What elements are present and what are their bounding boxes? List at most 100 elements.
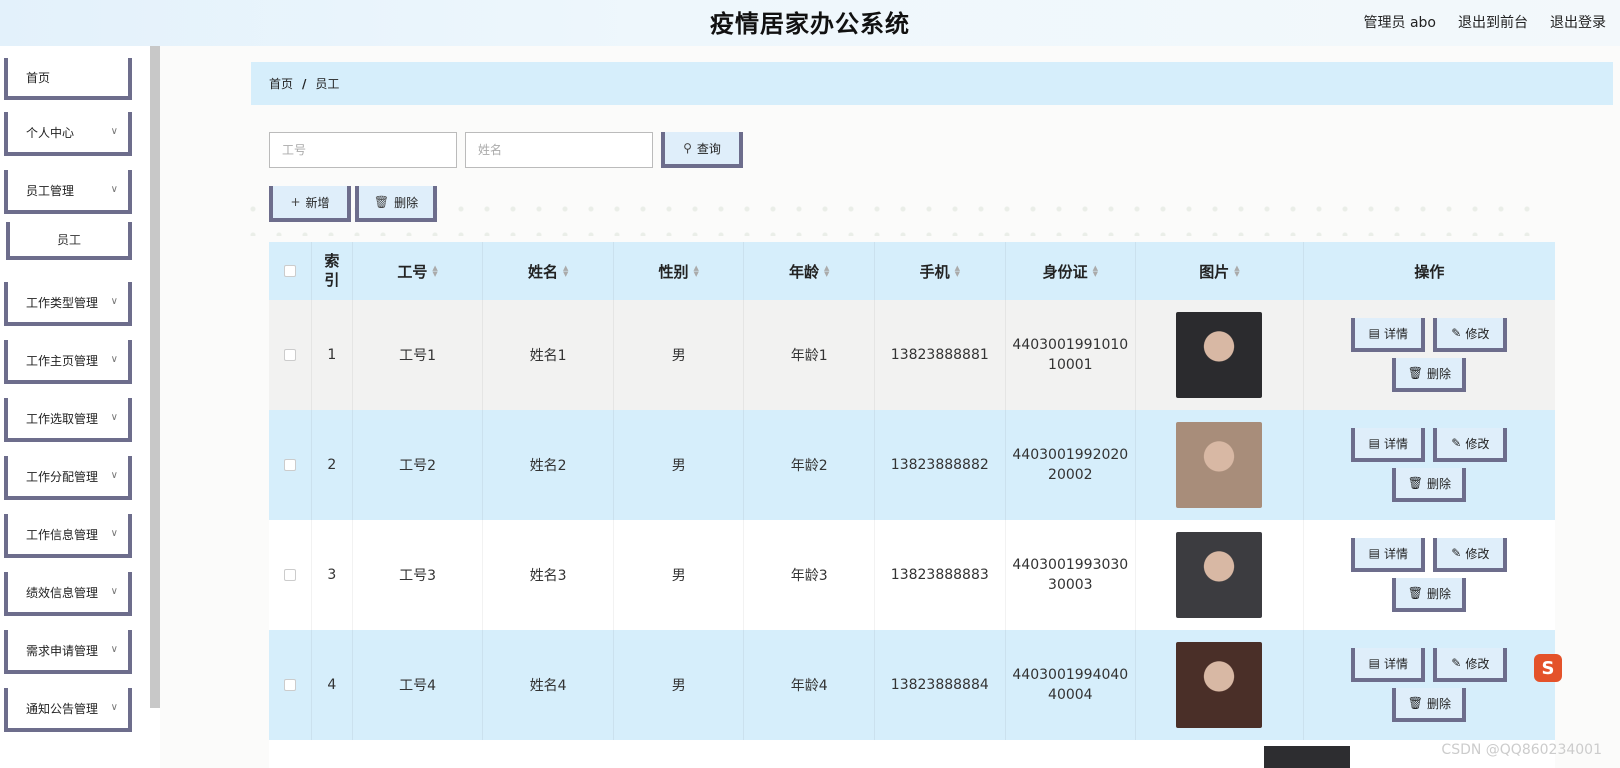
- header-gender[interactable]: 性别 ▲ ▼: [614, 242, 745, 300]
- trash-icon: 🗑: [1407, 696, 1423, 710]
- cell-actions: ▤ 详情 ✎ 修改 🗑 删除: [1304, 630, 1555, 740]
- sidebar-subitem-employee[interactable]: 员工: [6, 222, 132, 260]
- edit-button[interactable]: ✎ 修改: [1433, 428, 1508, 462]
- sidebar-item-work-homepage-management[interactable]: 工作主页管理 ∨: [4, 340, 132, 384]
- detail-button[interactable]: ▤ 详情: [1351, 428, 1426, 462]
- sort-icon[interactable]: ▲ ▼: [824, 265, 829, 278]
- sogou-ime-icon[interactable]: S: [1534, 654, 1562, 682]
- search-icon: ⚲: [683, 141, 692, 155]
- back-to-frontend-link[interactable]: 退出到前台: [1458, 12, 1528, 32]
- sort-icon[interactable]: ▲ ▼: [563, 265, 568, 278]
- edit-button[interactable]: ✎ 修改: [1433, 538, 1508, 572]
- add-button-label: 新增: [305, 195, 330, 210]
- add-button[interactable]: + 新增: [269, 186, 351, 222]
- delete-button-label: 删除: [1426, 366, 1451, 381]
- sidebar-item-request-management[interactable]: 需求申请管理 ∨: [4, 630, 132, 674]
- sidebar-item-label: 工作选取管理: [26, 411, 99, 426]
- sidebar-item-notice-management[interactable]: 通知公告管理 ∨: [4, 688, 132, 732]
- cell-gonghao: 工号4: [353, 630, 484, 740]
- cell-actions: ▤ 详情 ✎ 修改 🗑 删除: [1304, 300, 1555, 410]
- edit-button[interactable]: ✎ 修改: [1433, 318, 1508, 352]
- sidebar-item-label: 工作主页管理: [26, 353, 99, 368]
- table-row[interactable]: 3 工号3 姓名3 男年龄3 13823888883 440300199303030003…: [269, 520, 1555, 630]
- sort-icon[interactable]: ▲ ▼: [1234, 265, 1239, 278]
- cell-age: 年龄2: [744, 410, 876, 520]
- cell-gender: 男: [614, 300, 745, 410]
- document-icon: ▤: [1368, 326, 1380, 340]
- plus-icon: +: [290, 195, 301, 209]
- batch-delete-button[interactable]: 🗑 删除: [355, 186, 437, 222]
- sidebar-item-label: 绩效信息管理: [26, 585, 99, 600]
- table-row[interactable]: 1 工号1 姓名1 男年龄1 13823888881 440300199101010001…: [269, 300, 1555, 410]
- header-age-label: 年龄: [789, 262, 820, 281]
- edit-button-label: 修改: [1465, 436, 1490, 451]
- employee-photo: [1264, 746, 1350, 768]
- delete-button[interactable]: 🗑 删除: [1392, 688, 1467, 722]
- cell-index: 1: [312, 300, 353, 410]
- cell-photo: [1136, 520, 1304, 630]
- cell-gender: 男: [614, 520, 745, 630]
- header-phone[interactable]: 手机 ▲ ▼: [875, 242, 1006, 300]
- chevron-down-icon: ∨: [110, 126, 118, 137]
- row-checkbox[interactable]: [283, 569, 296, 581]
- sort-icon[interactable]: ▲ ▼: [694, 265, 699, 278]
- header-age[interactable]: 年龄 ▲ ▼: [744, 242, 876, 300]
- detail-button[interactable]: ▤ 详情: [1351, 538, 1426, 572]
- employee-photo: [1176, 422, 1263, 508]
- row-checkbox[interactable]: [283, 349, 296, 361]
- gonghao-search-input[interactable]: [269, 132, 457, 168]
- table-row[interactable]: 4 工号4 姓名4 男年龄4 13823888884 440300199404040004…: [269, 630, 1555, 740]
- breadcrumb-home[interactable]: 首页: [269, 75, 293, 92]
- query-button[interactable]: ⚲ 查询: [661, 132, 743, 168]
- delete-button-label: 删除: [394, 195, 419, 210]
- edit-button[interactable]: ✎ 修改: [1433, 648, 1508, 682]
- detail-button-label: 详情: [1383, 656, 1408, 671]
- select-all-checkbox[interactable]: [283, 265, 296, 277]
- header-name-label: 姓名: [527, 262, 558, 281]
- query-button-label: 查询: [696, 141, 721, 156]
- cell-index: 3: [312, 520, 353, 630]
- header-photo[interactable]: 图片 ▲ ▼: [1136, 242, 1304, 300]
- sidebar-item-employee-management[interactable]: 员工管理 ∨: [4, 170, 132, 214]
- delete-button[interactable]: 🗑 删除: [1392, 578, 1467, 612]
- breadcrumb: 首页 / 员工: [251, 62, 1613, 105]
- sidebar-scrollbar[interactable]: [150, 46, 160, 708]
- sidebar-item-personal-center[interactable]: 个人中心 ∨: [4, 112, 132, 156]
- row-checkbox[interactable]: [283, 459, 296, 471]
- sidebar-item-work-assignment-management[interactable]: 工作分配管理 ∨: [4, 456, 132, 500]
- row-select-cell: [269, 300, 312, 410]
- header-gonghao-label: 工号: [397, 262, 428, 281]
- cell-age: 年龄1: [744, 300, 876, 410]
- sidebar-item-performance-management[interactable]: 绩效信息管理 ∨: [4, 572, 132, 616]
- idcard-text: 440300199101010001: [1012, 337, 1129, 373]
- sidebar-item-work-type-management[interactable]: 工作类型管理 ∨: [4, 282, 132, 326]
- delete-button[interactable]: 🗑 删除: [1392, 468, 1467, 502]
- delete-button[interactable]: 🗑 删除: [1392, 358, 1467, 392]
- row-checkbox[interactable]: [283, 679, 296, 691]
- detail-button[interactable]: ▤ 详情: [1351, 318, 1426, 352]
- chevron-down-icon: ∨: [110, 586, 118, 597]
- logout-link[interactable]: 退出登录: [1550, 12, 1606, 32]
- sort-icon[interactable]: ▲ ▼: [432, 265, 437, 278]
- header-actions-label: 操作: [1414, 262, 1445, 281]
- header-name[interactable]: 姓名 ▲ ▼: [483, 242, 614, 300]
- cell-photo: [1136, 410, 1304, 520]
- edit-button-label: 修改: [1465, 326, 1490, 341]
- chevron-down-icon: ∨: [110, 296, 118, 307]
- header-idcard[interactable]: 身份证 ▲ ▼: [1006, 242, 1137, 300]
- cell-name: 姓名1: [483, 300, 614, 410]
- sidebar-item-work-selection-management[interactable]: 工作选取管理 ∨: [4, 398, 132, 442]
- breadcrumb-current: 员工: [315, 77, 340, 91]
- sidebar-item-work-info-management[interactable]: 工作信息管理 ∨: [4, 514, 132, 558]
- detail-button-label: 详情: [1383, 436, 1408, 451]
- trash-icon: 🗑: [1407, 586, 1423, 600]
- header-gonghao[interactable]: 工号 ▲ ▼: [353, 242, 484, 300]
- sort-icon[interactable]: ▲ ▼: [955, 265, 960, 278]
- detail-button[interactable]: ▤ 详情: [1351, 648, 1426, 682]
- name-search-input[interactable]: [465, 132, 653, 168]
- sort-icon[interactable]: ▲ ▼: [1093, 265, 1098, 278]
- cell-index: 2: [312, 410, 353, 520]
- table-row[interactable]: 2 工号2 姓名2 男年龄2 13823888882 440300199202020002…: [269, 410, 1555, 520]
- sidebar-item-home[interactable]: 首页: [4, 58, 132, 100]
- admin-user-label[interactable]: 管理员 abo: [1364, 12, 1436, 32]
